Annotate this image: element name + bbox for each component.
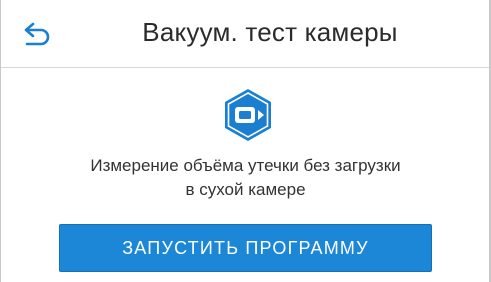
- page-title: Вакуум. тест камеры: [142, 17, 398, 47]
- vacuum-test-icon: [220, 87, 276, 143]
- screen: Вакуум. тест камеры Измерение объёма уте…: [0, 0, 491, 282]
- header-divider: [1, 67, 489, 68]
- header-bar: Вакуум. тест камеры: [1, 0, 489, 67]
- program-description: Измерение объёма утечки без загрузки в с…: [20, 154, 471, 202]
- description-line-1: Измерение объёма утечки без загрузки: [90, 156, 401, 175]
- back-button[interactable]: [23, 21, 51, 51]
- description-line-2: в сухой камере: [185, 180, 306, 199]
- back-arrow-icon: [24, 22, 50, 46]
- start-program-button[interactable]: ЗАПУСТИТЬ ПРОГРАММУ: [59, 224, 432, 272]
